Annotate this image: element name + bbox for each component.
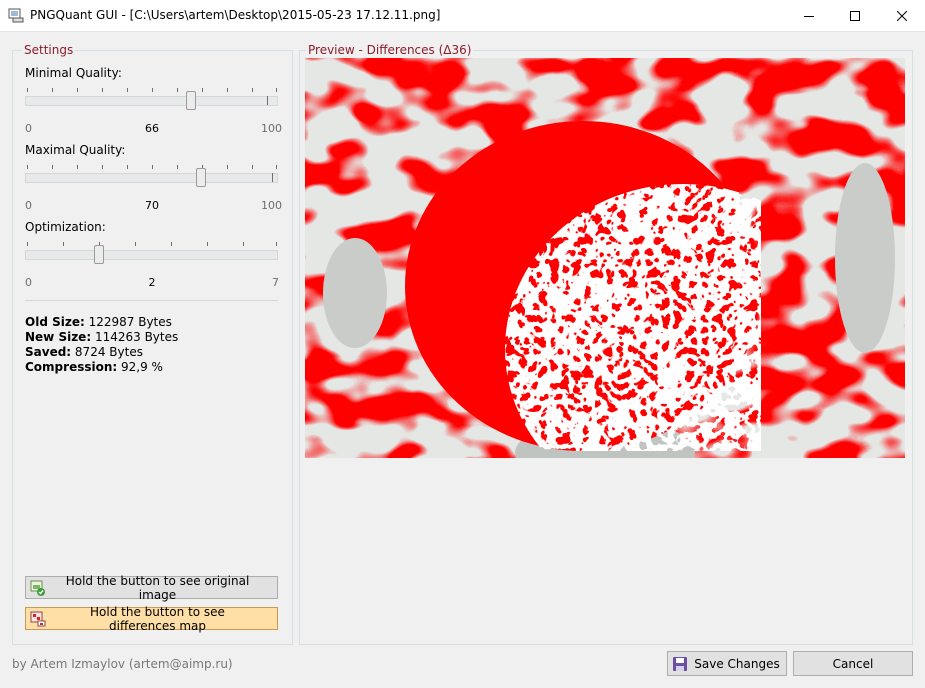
minimize-button[interactable] — [786, 0, 832, 31]
tick — [177, 165, 178, 169]
app-icon — [8, 8, 24, 23]
slider-thumb[interactable] — [186, 91, 196, 110]
tick — [77, 165, 78, 169]
tick — [152, 165, 153, 169]
tick — [152, 88, 153, 92]
save-changes-label: Save Changes — [694, 656, 780, 671]
tick — [276, 242, 277, 246]
slider-track[interactable] — [25, 173, 278, 183]
credit-text: by Artem Izmaylov (artem@aimp.ru) — [12, 657, 233, 671]
floppy-disk-icon — [673, 657, 687, 671]
tick — [207, 242, 208, 246]
max-marker — [267, 96, 268, 105]
tick — [127, 165, 128, 169]
minimize-icon — [804, 15, 814, 17]
slider-track[interactable] — [25, 250, 278, 260]
settings-legend: Settings — [22, 43, 76, 57]
compression-value: 92,9 % — [121, 360, 163, 374]
tick — [27, 88, 28, 92]
tick — [63, 242, 64, 246]
tick — [135, 242, 136, 246]
maximize-icon — [850, 10, 860, 21]
minimal-quality-label: Minimal Quality: — [25, 66, 122, 80]
window-title: PNGQuant GUI - [C:\Users\artem\Desktop\2… — [30, 8, 441, 22]
tick — [276, 165, 277, 169]
show-original-label: Hold the button to see original image — [65, 573, 250, 602]
slider-min: 0 — [25, 276, 32, 289]
tick — [177, 88, 178, 92]
differences-map-image — [305, 58, 905, 458]
slider-value: 2 — [148, 276, 156, 289]
show-differences-button[interactable]: Hold the button to see differences map — [25, 604, 278, 633]
maximal-quality-label: Maximal Quality: — [25, 143, 126, 157]
show-differences-label: Hold the button to see differences map — [90, 604, 225, 633]
slider-max: 100 — [261, 199, 282, 212]
old-size-label: Old Size: — [25, 315, 85, 329]
slider-value: 66 — [145, 122, 159, 135]
gray-patch — [835, 163, 895, 353]
slider-max: 100 — [261, 122, 282, 135]
saved-label: Saved: — [25, 345, 72, 359]
tick — [102, 165, 103, 169]
new-size-label: New Size: — [25, 330, 92, 344]
optimization-label: Optimization: — [25, 220, 106, 234]
tick — [202, 88, 203, 92]
slider-track[interactable] — [25, 96, 278, 106]
tick — [227, 88, 228, 92]
close-button[interactable] — [879, 0, 925, 31]
max-marker — [272, 173, 273, 182]
title-bar: PNGQuant GUI - [C:\Users\artem\Desktop\2… — [0, 0, 925, 32]
tick — [243, 242, 244, 246]
slider-thumb[interactable] — [94, 245, 104, 264]
tick — [52, 165, 53, 169]
slider-value: 70 — [145, 199, 159, 212]
separator — [25, 300, 278, 301]
tick — [252, 165, 253, 169]
tick — [27, 165, 28, 169]
tick — [127, 88, 128, 92]
new-size-row: New Size: 114263 Bytes — [25, 330, 178, 344]
close-icon — [897, 10, 907, 21]
show-original-button[interactable]: Hold the button to see original image — [25, 573, 278, 602]
compression-row: Compression: 92,9 % — [25, 360, 163, 374]
cancel-label: Cancel — [832, 656, 874, 671]
compression-label: Compression: — [25, 360, 118, 374]
tick — [227, 165, 228, 169]
tick — [77, 88, 78, 92]
tick — [276, 88, 277, 92]
tick — [27, 242, 28, 246]
slider-min: 0 — [25, 122, 32, 135]
slider-max: 7 — [272, 276, 279, 289]
tick — [102, 88, 103, 92]
saved-row: Saved: 8724 Bytes — [25, 345, 143, 359]
maximize-button[interactable] — [832, 0, 878, 31]
differences-map — [305, 58, 905, 458]
image-check-icon — [30, 580, 45, 596]
slider-min: 0 — [25, 199, 32, 212]
cancel-button[interactable]: Cancel — [793, 651, 913, 676]
preview-legend: Preview - Differences (Δ36) — [306, 43, 474, 57]
old-size-row: Old Size: 122987 Bytes — [25, 315, 172, 329]
tick — [171, 242, 172, 246]
image-diff-icon — [30, 611, 46, 626]
tick — [252, 88, 253, 92]
tick — [52, 88, 53, 92]
save-changes-button[interactable]: Save Changes — [667, 651, 787, 676]
saved-value: 8724 Bytes — [74, 345, 143, 359]
gray-patch — [323, 238, 387, 348]
old-size-value: 122987 Bytes — [88, 315, 172, 329]
new-size-value: 114263 Bytes — [94, 330, 179, 344]
slider-thumb[interactable] — [196, 168, 206, 187]
